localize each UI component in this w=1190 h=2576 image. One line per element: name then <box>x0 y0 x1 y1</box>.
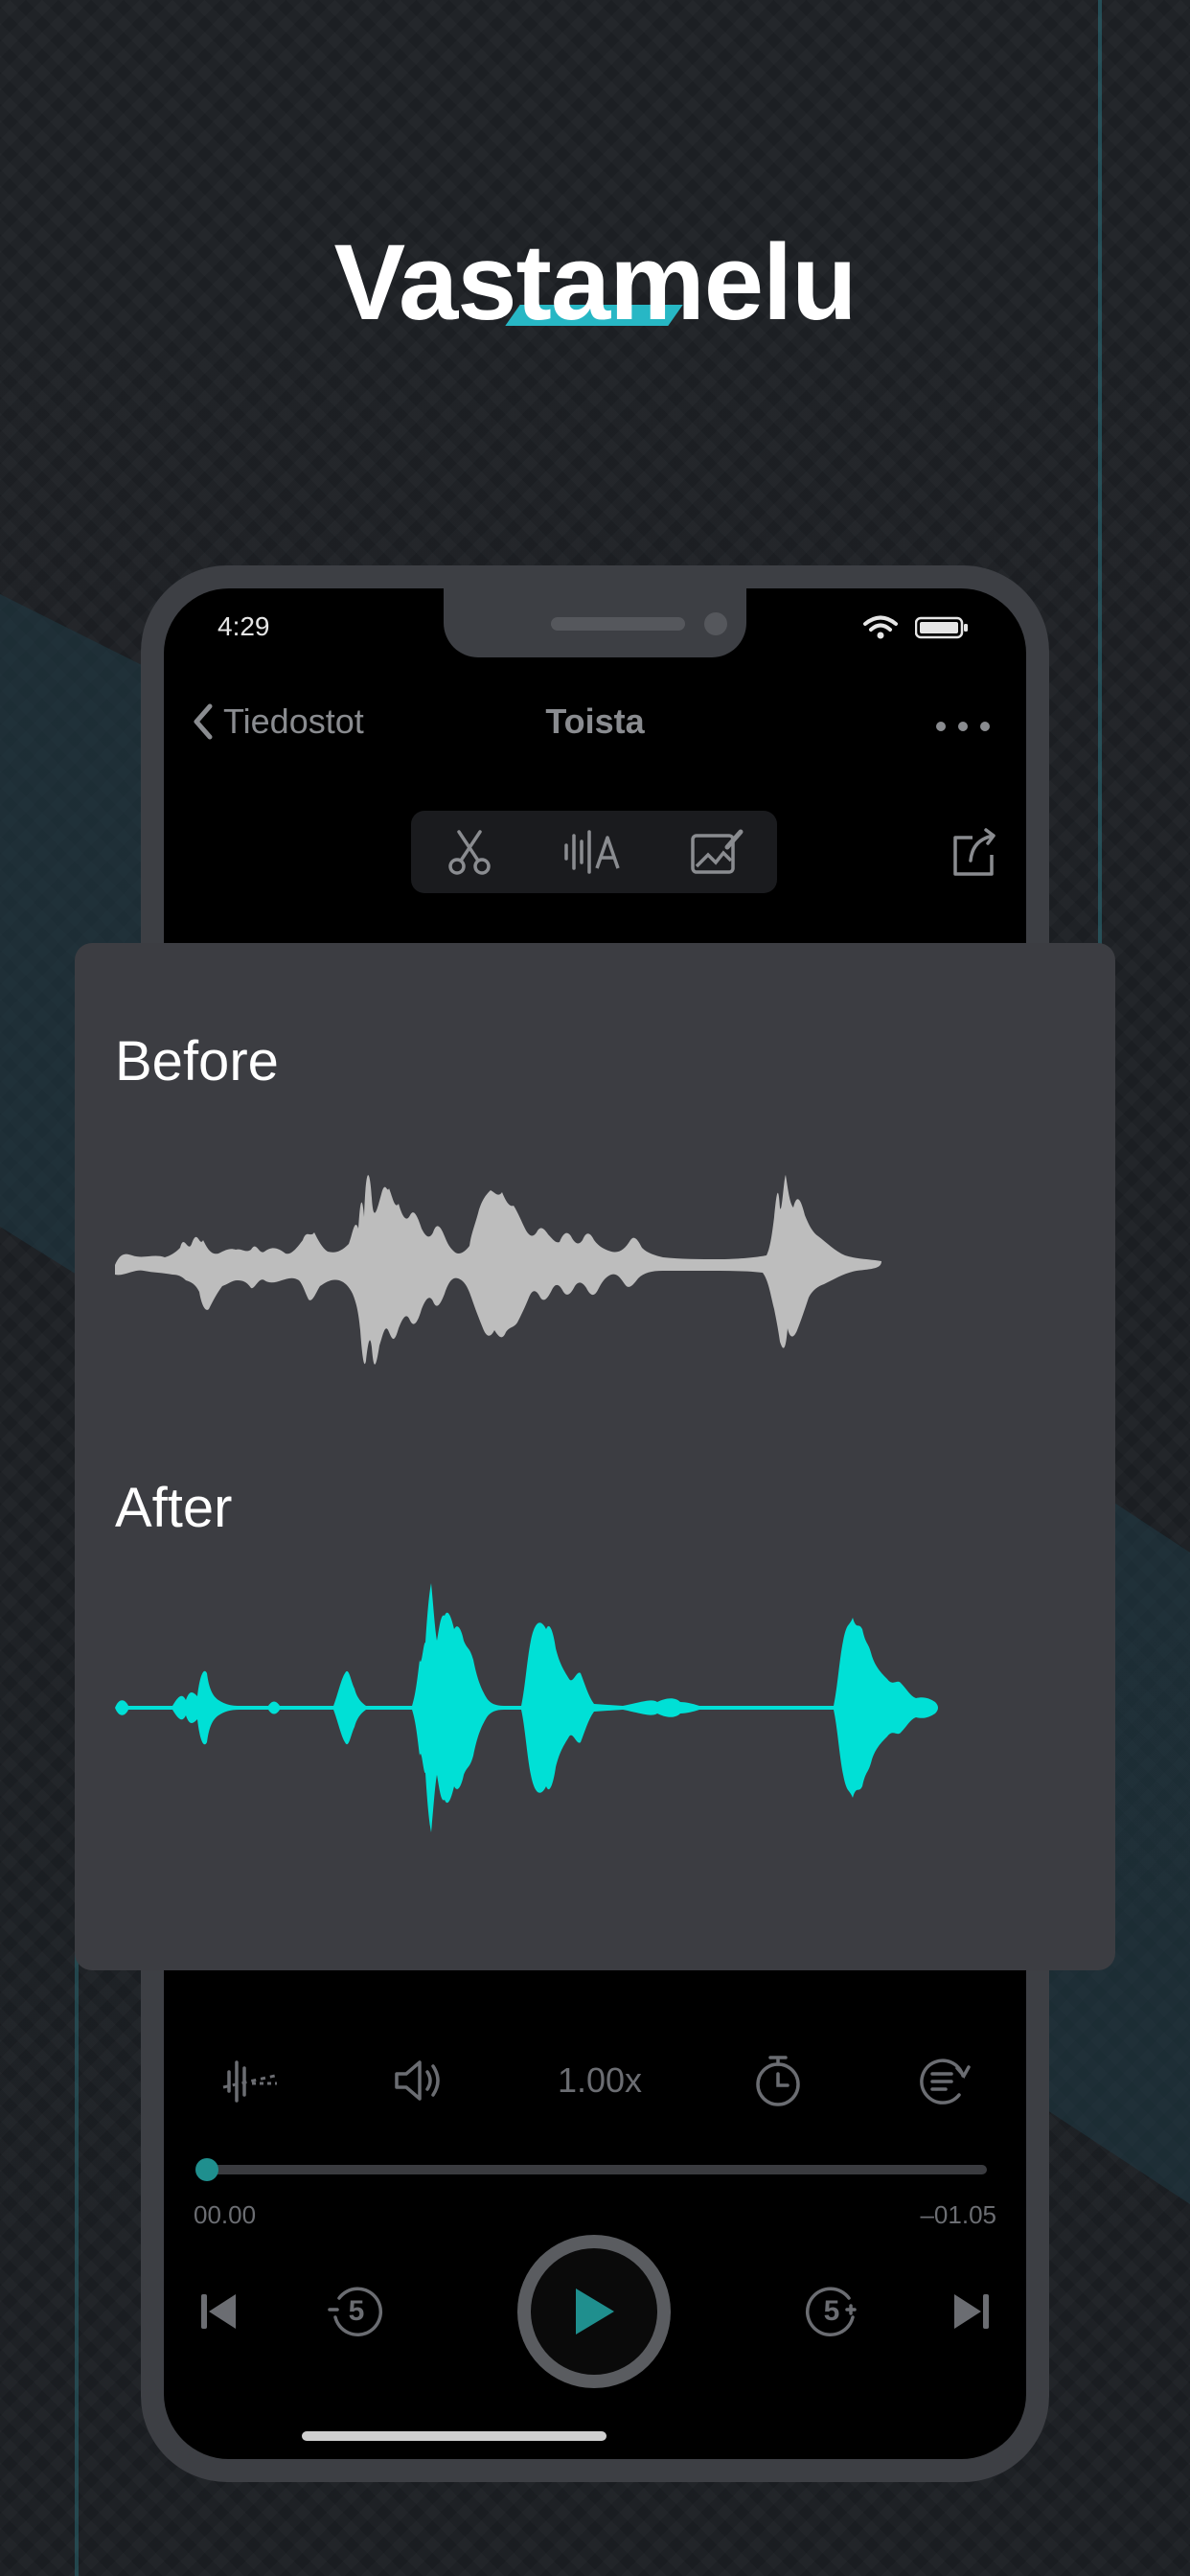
edit-image-icon[interactable] <box>689 826 744 878</box>
status-time: 4:29 <box>217 611 270 641</box>
home-indicator <box>302 2431 606 2441</box>
skip-forward-button[interactable]: 5 <box>801 2281 862 2342</box>
skip-back-seconds: 5 <box>348 2295 365 2327</box>
next-track-icon[interactable] <box>950 2290 993 2333</box>
remaining-time: –01.05 <box>920 2200 996 2229</box>
volume-icon[interactable] <box>391 2055 448 2106</box>
progress-track[interactable] <box>203 2165 987 2174</box>
play-icon <box>576 2288 614 2334</box>
play-button-face <box>531 2248 657 2375</box>
phone-notch <box>444 588 746 657</box>
skip-back-button[interactable]: 5 <box>326 2281 387 2342</box>
skip-forward-seconds: 5 <box>823 2295 840 2327</box>
share-button[interactable] <box>950 826 997 883</box>
waveform-text-icon[interactable] <box>561 826 624 878</box>
playback-speed-button[interactable]: 1.00x <box>558 2060 642 2101</box>
play-button[interactable] <box>517 2235 671 2388</box>
previous-track-icon[interactable] <box>197 2290 240 2333</box>
scissors-icon[interactable] <box>444 826 495 878</box>
player-options-row: 1.00x <box>165 2053 1025 2108</box>
speaker-grille <box>551 617 685 631</box>
before-label: Before <box>115 1030 279 1092</box>
noise-reduction-comparison-card: Before After <box>75 943 1115 1970</box>
page-headline: Vastamelu <box>333 222 857 342</box>
nav-title: Toista <box>545 702 645 741</box>
wifi-icon <box>863 615 898 639</box>
noise-reduction-icon[interactable] <box>219 2055 281 2106</box>
before-waveform <box>115 1175 881 1365</box>
front-camera <box>704 612 727 635</box>
elapsed-time: 00.00 <box>194 2200 257 2229</box>
page: Vastamelu 4:29 Tiedostot Toista Before A… <box>0 0 1190 2576</box>
battery-icon <box>915 616 968 639</box>
share-icon <box>953 828 995 876</box>
player-controls: 1.00x 00.00 –01.05 5 5 <box>165 1999 1025 2440</box>
more-icon <box>936 722 990 731</box>
more-options-button[interactable] <box>934 702 992 740</box>
repeat-list-icon[interactable] <box>915 2053 971 2108</box>
sleep-timer-icon[interactable] <box>751 2053 805 2108</box>
after-label: After <box>115 1477 233 1539</box>
status-icons <box>863 615 969 640</box>
transport-controls: 5 5 <box>165 2235 1025 2388</box>
progress-handle[interactable] <box>195 2158 218 2181</box>
edit-toolbar <box>411 811 777 893</box>
after-waveform <box>115 1583 938 1832</box>
